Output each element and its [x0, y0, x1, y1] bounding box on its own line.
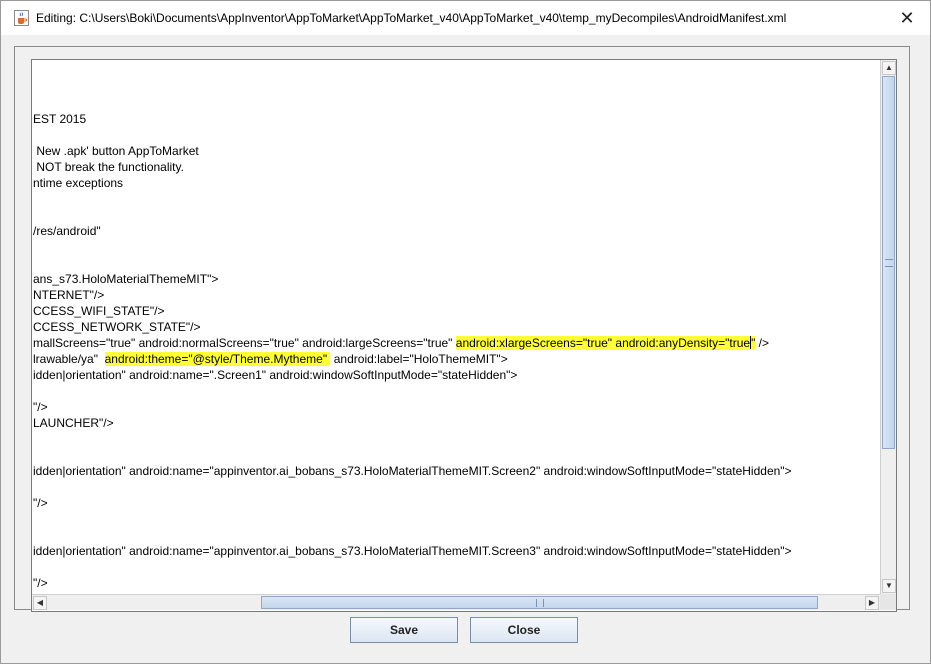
grip-icon	[536, 599, 544, 607]
grip-icon	[885, 259, 893, 267]
code-text: android:label="HoloThemeMIT">	[330, 352, 508, 366]
close-window-icon[interactable]: ✕	[892, 5, 922, 31]
editor-dialog: Editing: C:\Users\Boki\Documents\AppInve…	[0, 0, 931, 664]
code-text: mallScreens="true" android:normalScreens…	[33, 336, 456, 350]
code-line: idden|orientation" android:name="appinve…	[33, 464, 792, 478]
close-button[interactable]: Close	[470, 617, 578, 643]
code-line: "/>	[33, 400, 48, 414]
title-bar[interactable]: Editing: C:\Users\Boki\Documents\AppInve…	[1, 1, 930, 35]
code-line: New .apk' button AppToMarket	[33, 144, 199, 158]
code-line: CCESS_NETWORK_STATE"/>	[33, 320, 201, 334]
code-text: lrawable/ya"	[33, 352, 105, 366]
code-line: ans_s73.HoloMaterialThemeMIT">	[33, 272, 219, 286]
scroll-up-icon[interactable]: ▲	[882, 61, 896, 75]
vertical-scroll-thumb[interactable]	[882, 76, 895, 449]
scroll-left-icon[interactable]: ◀	[33, 596, 47, 610]
code-line: "/>	[33, 576, 48, 590]
code-line: lrawable/ya" android:theme="@style/Theme…	[33, 351, 508, 367]
code-line: idden|orientation" android:name=".Screen…	[33, 368, 518, 382]
code-line: idden|orientation" android:name="appinve…	[33, 544, 792, 558]
code-line: ntime exceptions	[33, 176, 124, 190]
code-line: /res/android"	[33, 224, 101, 238]
horizontal-scrollbar[interactable]: ◀ ▶	[32, 594, 880, 610]
highlighted-text: android:theme="@style/Theme.Mytheme"	[104, 352, 331, 366]
highlighted-text: android:xlargeScreens="true" android:any…	[455, 336, 751, 350]
code-line: CCESS_WIFI_STATE"/>	[33, 304, 165, 318]
code-line: NTERNET"/>	[33, 288, 105, 302]
window-title: Editing: C:\Users\Boki\Documents\AppInve…	[36, 11, 787, 25]
horizontal-scroll-thumb[interactable]	[261, 596, 818, 609]
vertical-scrollbar[interactable]: ▲ ▼	[880, 60, 896, 594]
code-text: />	[755, 336, 770, 350]
code-line: "/>	[33, 496, 48, 510]
code-line: mallScreens="true" android:normalScreens…	[33, 335, 769, 351]
code-line: LAUNCHER"/>	[33, 416, 114, 430]
scroll-right-icon[interactable]: ▶	[865, 596, 879, 610]
xml-editor: EST 2015 New .apk' button AppToMarket NO…	[31, 59, 897, 612]
code-text-area[interactable]: EST 2015 New .apk' button AppToMarket NO…	[32, 60, 880, 594]
scroll-down-icon[interactable]: ▼	[882, 579, 896, 593]
save-button[interactable]: Save	[350, 617, 458, 643]
java-coffee-cup-icon	[14, 10, 29, 26]
code-line: EST 2015	[33, 112, 87, 126]
scroll-corner	[880, 594, 896, 610]
code-line: NOT break the functionality.	[33, 160, 184, 174]
